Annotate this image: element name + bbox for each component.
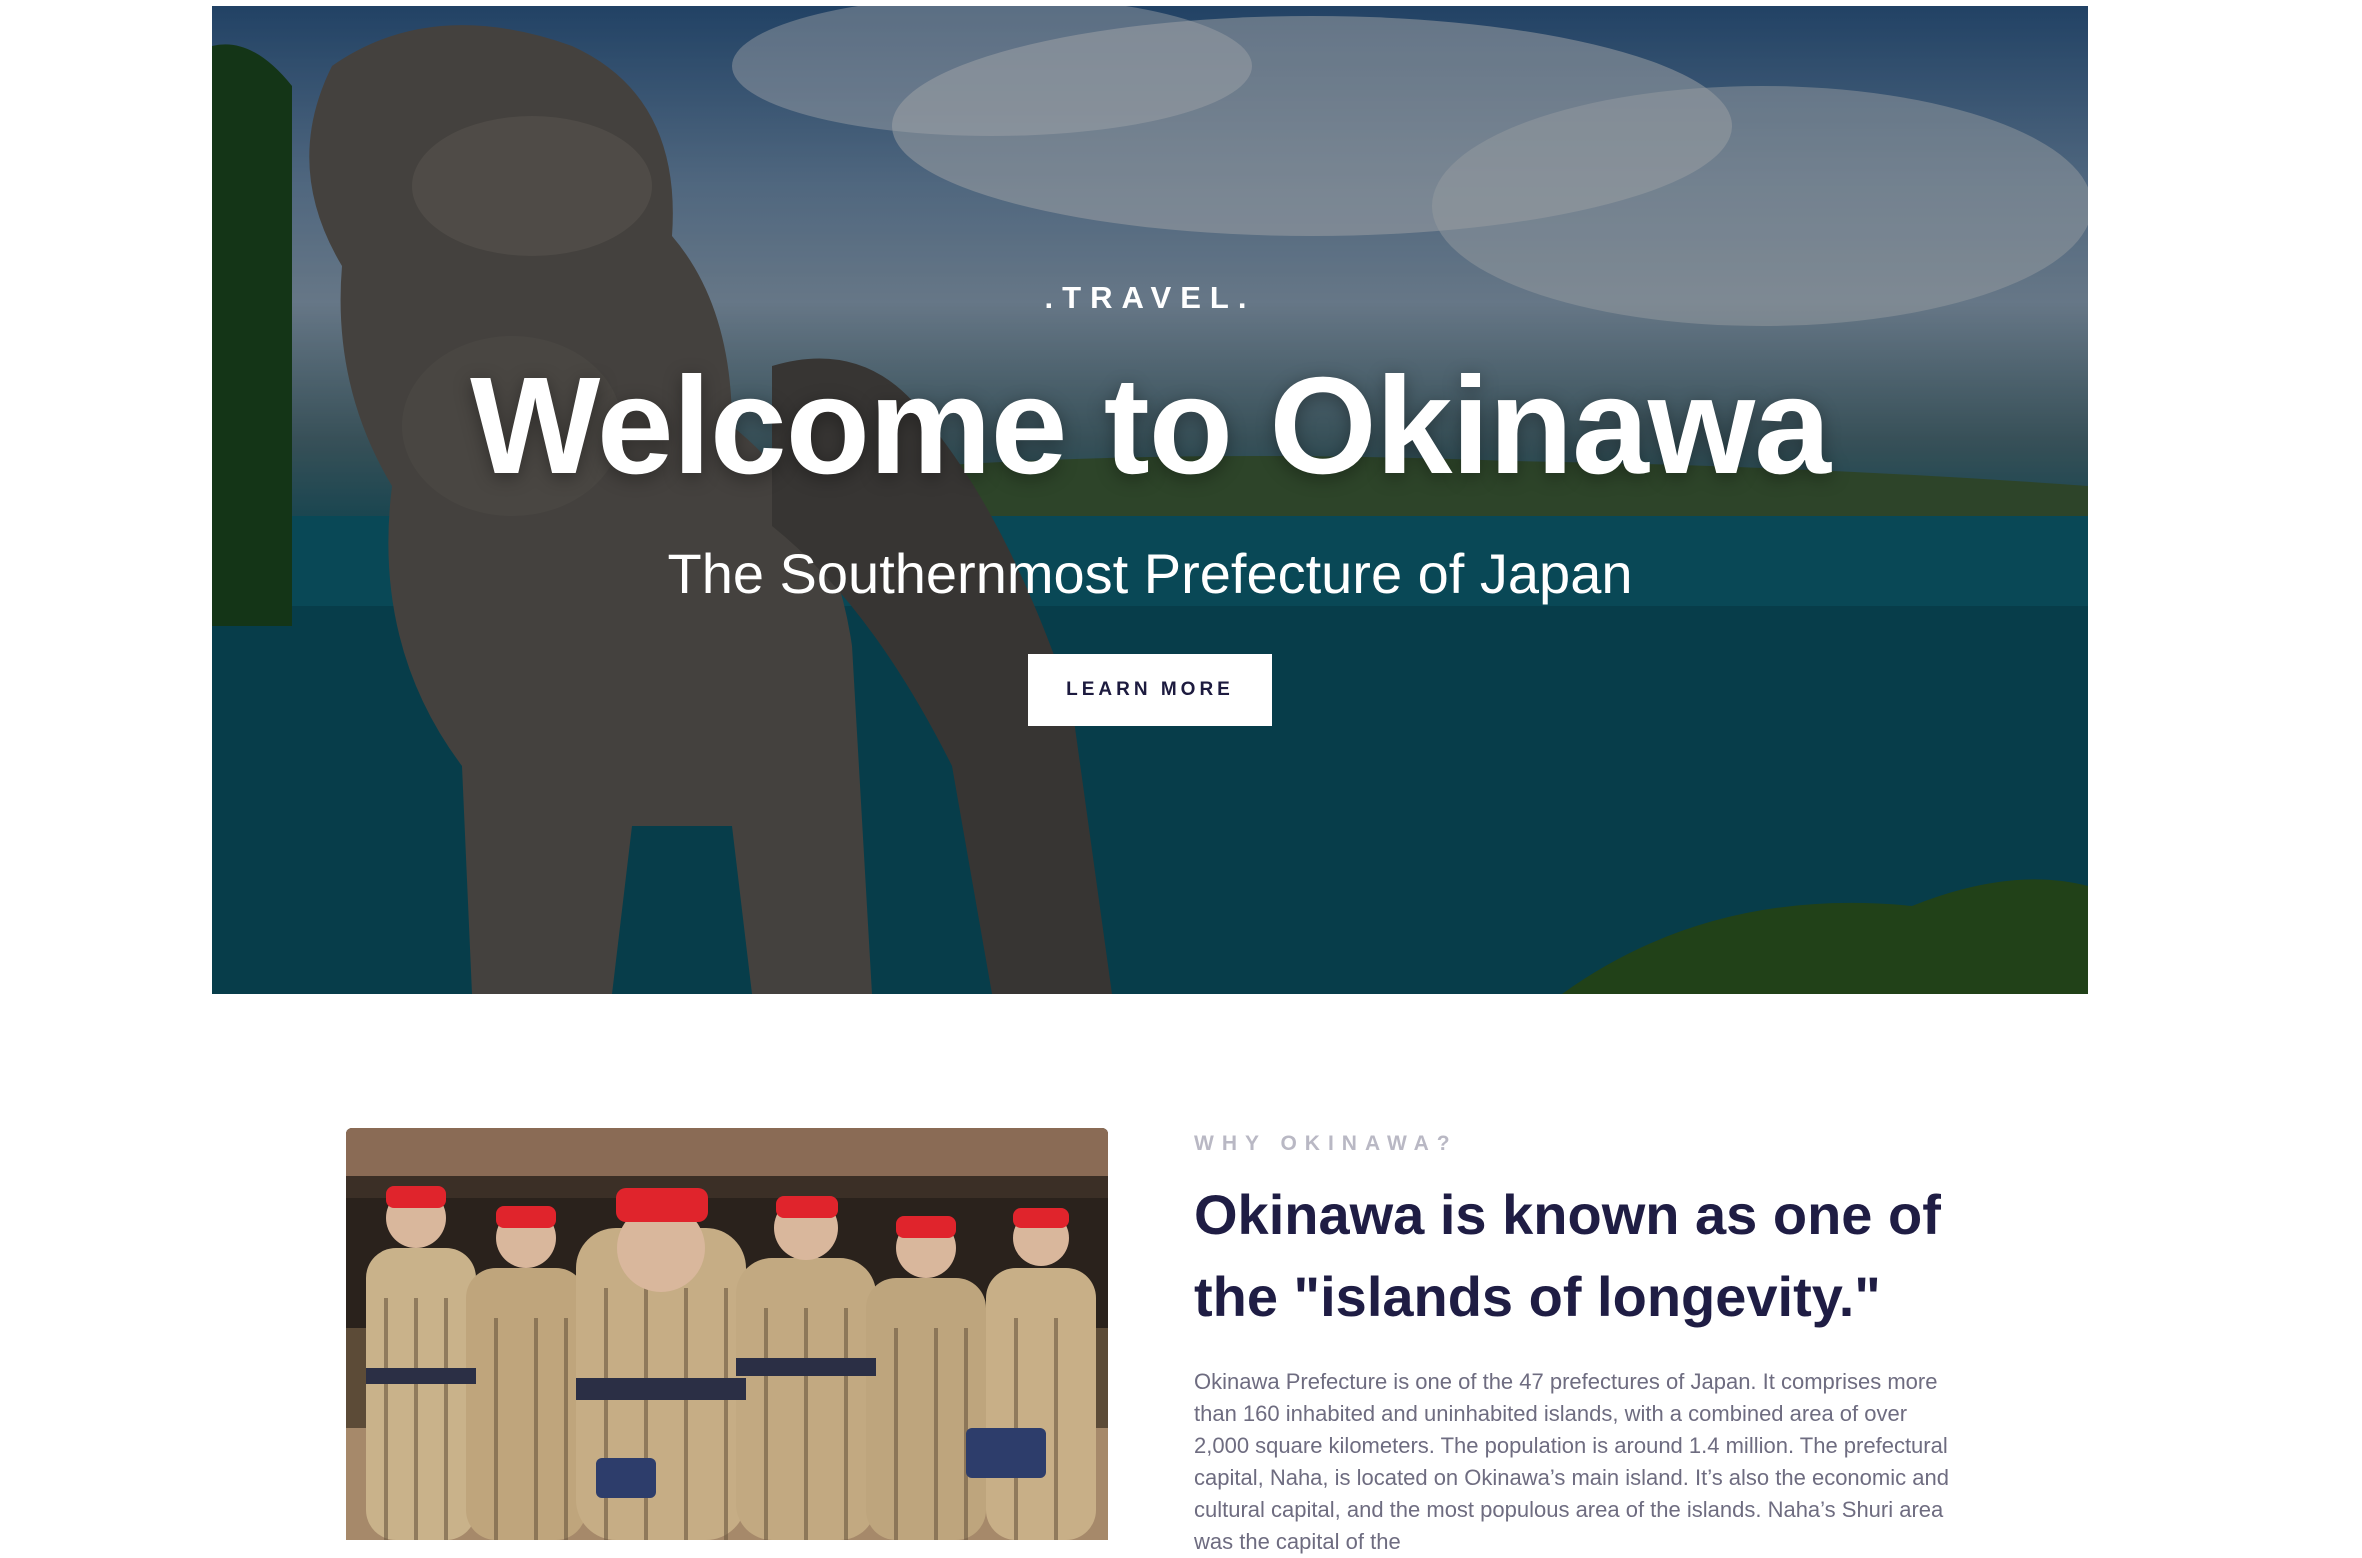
hero-title: Welcome to Okinawa (470, 349, 1831, 503)
learn-more-button[interactable]: LEARN MORE (1028, 654, 1272, 726)
hero-eyebrow: .TRAVEL. (1044, 280, 1256, 315)
hero-content: .TRAVEL. Welcome to Okinawa The Southern… (212, 6, 2088, 994)
about-text-block: WHY OKINAWA? Okinawa is known as one of … (1194, 1128, 1984, 1558)
about-heading: Okinawa is known as one of the "islands … (1194, 1183, 1941, 1328)
elderly-dancers-photo (346, 1128, 1108, 1540)
about-body-text: Okinawa Prefecture is one of the 47 pref… (1194, 1369, 1949, 1554)
about-eyebrow: WHY OKINAWA? (1194, 1132, 1458, 1155)
about-image (346, 1128, 1108, 1540)
hero-banner: .TRAVEL. Welcome to Okinawa The Southern… (212, 6, 2088, 994)
hero-subtitle: The Southernmost Prefecture of Japan (667, 542, 1633, 605)
